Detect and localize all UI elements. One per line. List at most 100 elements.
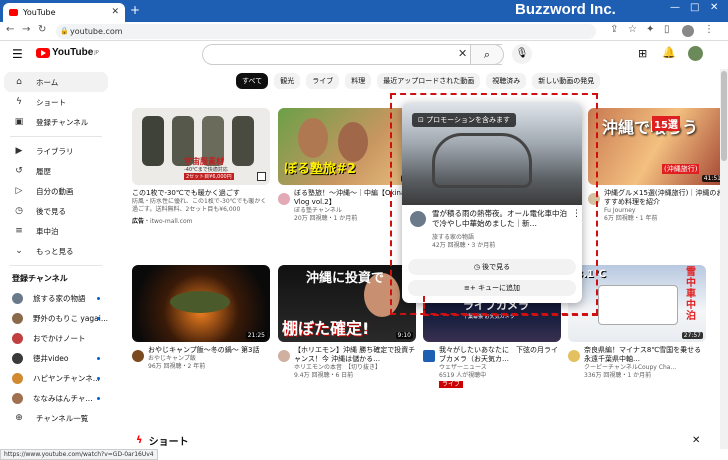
youtube-logo[interactable]: YouTube JP xyxy=(36,47,99,58)
create-video-icon[interactable]: ⊞ xyxy=(638,47,647,60)
camper-figure xyxy=(598,285,678,325)
shorts-logo-icon: ϟ xyxy=(136,435,143,446)
browser-menu-icon[interactable]: ⋮ xyxy=(704,24,714,35)
sidebar-item-label: ホーム xyxy=(36,77,59,87)
sub-channel-item[interactable]: ななみはんチャ... xyxy=(0,388,112,408)
sub-channel-item[interactable]: 野外のもりこ yagai... xyxy=(0,308,112,328)
video-thumbnail[interactable]: 宇宙服素材 -40℃まで快適対応 2セット目¥6,000円 xyxy=(132,108,270,185)
scrollbar-thumb[interactable] xyxy=(721,71,727,161)
voice-search-icon[interactable]: 🎙 xyxy=(512,44,532,64)
chip-discover[interactable]: 新しい動画の発見 xyxy=(532,73,601,89)
chip-cooking[interactable]: 料理 xyxy=(345,73,372,89)
close-window-icon[interactable]: ✕ xyxy=(710,2,718,13)
video-title[interactable]: この1枚で-30℃でも暖かく過ごす xyxy=(132,189,270,198)
sub-channel-item[interactable]: おでかけノート xyxy=(0,328,112,348)
sidebar-item-history[interactable]: ↺ 履歴 xyxy=(0,161,112,181)
video-title[interactable]: 【ホリエモン】沖縄 勝ち確定で投資チャンス！今 沖縄は儲かる… xyxy=(294,346,416,364)
extensions-icon[interactable]: ✦ xyxy=(646,24,654,35)
new-content-dot xyxy=(97,356,100,360)
search-input[interactable] xyxy=(202,44,502,65)
sidebar-item-library[interactable]: ▶ ライブラリ xyxy=(0,141,112,161)
video-card[interactable]: 21:25 おやじキャンプ飯～冬の鍋～ 第3話 おやじキャンプ飯 96万 回視聴… xyxy=(132,265,270,371)
channel-name: 徳井video xyxy=(33,353,69,363)
subscriptions-icon: ▣ xyxy=(14,117,24,127)
channel-avatar[interactable] xyxy=(278,350,290,362)
sub-channel-item[interactable]: ハピヤンチャンネ... xyxy=(0,368,112,388)
browser-tab-bar: YouTube ✕ + Buzzword Inc. — □ ✕ xyxy=(0,0,728,22)
account-avatar[interactable] xyxy=(688,46,703,61)
sidebar-item-watch-later[interactable]: ◷ 後で見る xyxy=(0,201,112,221)
watermark: Buzzword Inc. xyxy=(515,1,616,18)
video-title[interactable]: 我々がしたいあなたに 下弦の月ライブカメラ（お天気カ… xyxy=(439,346,561,364)
sidebar-item-channel-list[interactable]: ⊕ チャンネル一覧 xyxy=(0,408,112,428)
channel-avatar xyxy=(12,332,23,344)
playlist-icon: ≡ xyxy=(15,226,23,236)
back-icon[interactable]: ← xyxy=(6,24,14,35)
sidebar-item-label: 登録チャンネル xyxy=(36,117,89,127)
chip-live[interactable]: ライブ xyxy=(306,73,340,89)
channel-avatar[interactable] xyxy=(568,350,580,362)
forward-icon[interactable]: → xyxy=(22,24,30,35)
watch-later-icon: ◷ xyxy=(15,206,23,216)
youtube-play-icon xyxy=(36,47,50,58)
chip-all[interactable]: すべて xyxy=(236,73,269,89)
thumb-text: 沖縄に投資で xyxy=(306,271,385,286)
sub-channel-item[interactable]: 徳井video xyxy=(0,348,112,368)
new-tab-button[interactable]: + xyxy=(130,3,140,17)
lock-icon: 🔒 xyxy=(60,27,69,35)
channel-avatar[interactable] xyxy=(423,350,435,362)
logo-region: JP xyxy=(94,49,99,56)
video-title[interactable]: おやじキャンプ飯～冬の鍋～ 第3話 xyxy=(148,346,270,355)
channel-avatar[interactable] xyxy=(278,193,290,205)
tab-youtube[interactable]: YouTube ✕ xyxy=(3,3,125,22)
channel-name: ハピヤンチャンネ... xyxy=(33,373,100,383)
clear-search-icon[interactable]: ✕ xyxy=(458,47,467,60)
sidebar-item-home[interactable]: ⌂ ホーム xyxy=(4,72,108,92)
video-card[interactable]: 沖縄で喰らう 15選 (沖縄旅行) 41:51 沖縄グルメ15選(沖縄旅行)｜沖… xyxy=(588,108,726,223)
search-button[interactable]: ⌕ xyxy=(470,44,504,65)
sidebar-item-show-more[interactable]: ⌄ もっと見る xyxy=(0,241,112,261)
channel-name[interactable]: ウェザーニュース xyxy=(439,364,561,372)
channel-name[interactable]: クーピーチャンネルCoupy Cha... xyxy=(584,364,706,372)
video-title[interactable]: 奈良県編！マイナス8℃雪国を乗せる永遠千葉県中軸… xyxy=(584,346,706,364)
bookmark-star-icon[interactable]: ☆ xyxy=(628,24,637,35)
channel-avatar xyxy=(12,292,23,304)
chip-recent[interactable]: 最近アップロードされた動画 xyxy=(377,73,481,89)
maximize-icon[interactable]: □ xyxy=(690,2,699,13)
channel-avatar[interactable] xyxy=(132,350,144,362)
address-input[interactable]: 🔒 youtube.com xyxy=(56,24,596,39)
sidebar-item-my-videos[interactable]: ▷ 自分の動画 xyxy=(0,181,112,201)
channel-avatar xyxy=(12,312,23,324)
sub-channel-item[interactable]: 旅する家の物語 xyxy=(0,288,112,308)
chip-watched[interactable]: 視聴済み xyxy=(486,73,527,89)
reload-icon[interactable]: ↻ xyxy=(38,24,46,35)
sidebar-item-subscriptions[interactable]: ▣ 登録チャンネル xyxy=(0,112,112,132)
my-videos-icon: ▷ xyxy=(15,186,23,196)
chevron-down-icon: ⌄ xyxy=(15,246,23,256)
channel-name[interactable]: Fu Journey xyxy=(604,207,726,215)
ad-site[interactable]: itwo-mall.com xyxy=(150,218,192,225)
share-icon[interactable]: ⇪ xyxy=(610,24,618,35)
dismiss-shorts-icon[interactable]: ✕ xyxy=(692,435,700,446)
hamburger-menu-icon[interactable]: ☰ xyxy=(12,47,23,61)
page-scrollbar[interactable] xyxy=(720,69,728,449)
profile-avatar[interactable] xyxy=(682,25,694,37)
sidepanel-icon[interactable]: ▯ xyxy=(664,24,670,35)
channel-name[interactable]: おやじキャンプ飯 xyxy=(148,355,270,363)
video-card-ad[interactable]: 宇宙服素材 -40℃まで快適対応 2セット目¥6,000円 この1枚で-30℃で… xyxy=(132,108,270,226)
video-thumbnail[interactable]: 沖縄で喰らう 15選 (沖縄旅行) 41:51 xyxy=(588,108,726,185)
channel-name: おでかけノート xyxy=(33,333,86,343)
shorts-section-heading: ϟ ショート xyxy=(136,433,189,448)
video-duration: 21:25 xyxy=(245,332,267,339)
tab-close-icon[interactable]: ✕ xyxy=(111,7,119,17)
channel-avatar xyxy=(12,392,23,404)
minimize-icon[interactable]: — xyxy=(670,2,680,13)
video-thumbnail[interactable]: 21:25 xyxy=(132,265,270,342)
video-title[interactable]: 沖縄グルメ15選(沖縄旅行)｜沖縄のおすすめ料理を紹介 xyxy=(604,189,726,207)
sidebar-item-shorts[interactable]: ϟ ショート xyxy=(0,92,112,112)
sidebar-item-playlist[interactable]: ≡ 車中泊 xyxy=(0,221,112,241)
notifications-bell-icon[interactable]: 🔔 xyxy=(662,46,676,59)
chip-sightseeing[interactable]: 観光 xyxy=(274,73,301,89)
channel-name[interactable]: ホリエモンの本音 【切り抜き】 xyxy=(294,364,416,372)
channel-avatar xyxy=(12,372,23,384)
